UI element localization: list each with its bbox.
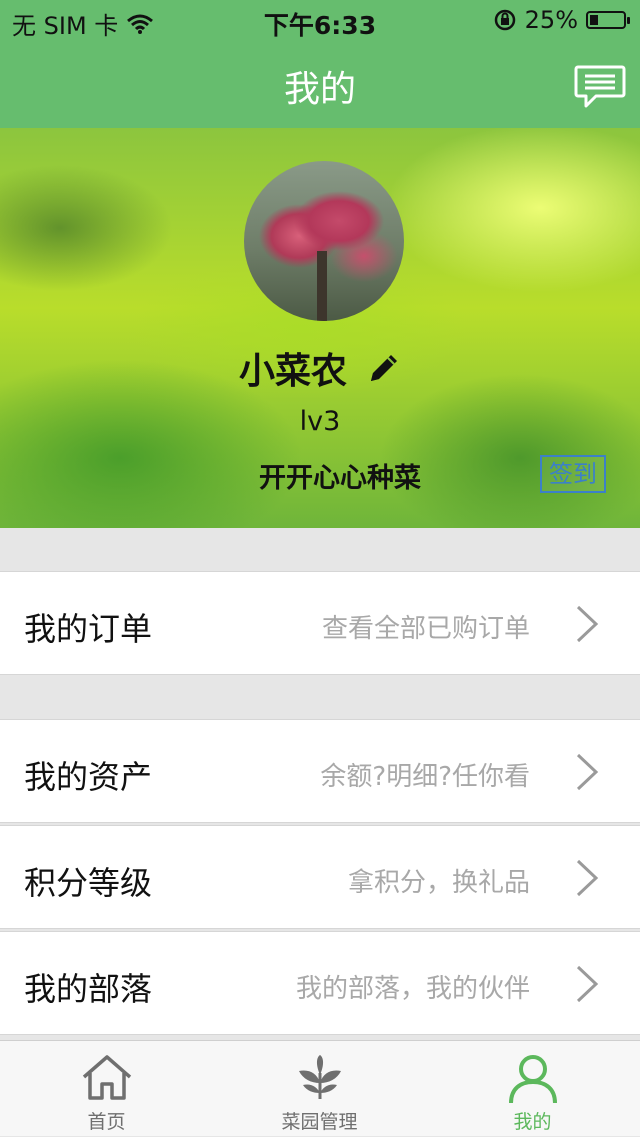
menu-row-orders[interactable]: 我的订单 查看全部已购订单: [0, 571, 640, 675]
status-bar: 无 SIM 卡 下午6:33 25%: [0, 0, 640, 40]
tab-label: 首页: [87, 1111, 126, 1133]
nickname-row: 小菜农: [0, 342, 640, 394]
plant-icon: [298, 1055, 341, 1099]
tab-garden[interactable]: 菜园管理: [213, 1041, 426, 1137]
tab-label: 菜园管理: [281, 1111, 358, 1133]
menu-label: 积分等级: [24, 864, 153, 902]
nav-bar: 我的: [0, 40, 640, 128]
chevron-right-icon: [576, 965, 599, 1003]
battery-percent: 25%: [524, 6, 578, 34]
menu-label: 我的部落: [24, 970, 153, 1008]
edit-pencil-icon[interactable]: [367, 351, 401, 385]
tab-bar: 首页 菜园管理 我的: [0, 1040, 640, 1136]
menu-hint: 拿积分，换礼品: [347, 868, 530, 898]
avatar-tree-trunk: [317, 251, 327, 321]
avatar[interactable]: [244, 161, 404, 321]
signin-button[interactable]: 签到: [540, 455, 606, 493]
page-title: 我的: [283, 69, 356, 110]
chevron-right-icon: [576, 605, 599, 643]
tab-mine[interactable]: 我的: [426, 1041, 639, 1137]
profile-header: 小菜农 lv3 开开心心种菜 签到: [0, 128, 640, 528]
menu-hint: 我的部落，我的伙伴: [295, 974, 530, 1004]
user-level: lv3: [299, 406, 341, 437]
home-icon: [82, 1055, 131, 1100]
tab-home[interactable]: 首页: [0, 1041, 213, 1137]
battery-icon: [586, 11, 630, 29]
rotation-lock-icon: [494, 9, 515, 31]
chevron-right-icon: [576, 859, 599, 897]
menu-hint: 查看全部已购订单: [321, 614, 530, 644]
menu-hint: 余额?明细?任你看: [320, 762, 530, 792]
menu-row-assets[interactable]: 我的资产 余额?明细?任你看: [0, 719, 640, 823]
status-right: 25%: [493, 6, 630, 34]
chevron-right-icon: [576, 753, 599, 791]
menu-row-tribe[interactable]: 我的部落 我的部落，我的伙伴: [0, 931, 640, 1035]
nickname: 小菜农: [238, 351, 347, 392]
user-icon: [508, 1055, 557, 1104]
battery-fill: [590, 15, 598, 25]
tab-label: 我的: [513, 1111, 552, 1133]
menu-row-points[interactable]: 积分等级 拿积分，换礼品: [0, 825, 640, 929]
message-icon[interactable]: [574, 64, 626, 110]
menu-label: 我的订单: [24, 610, 153, 648]
menu-label: 我的资产: [24, 758, 153, 796]
